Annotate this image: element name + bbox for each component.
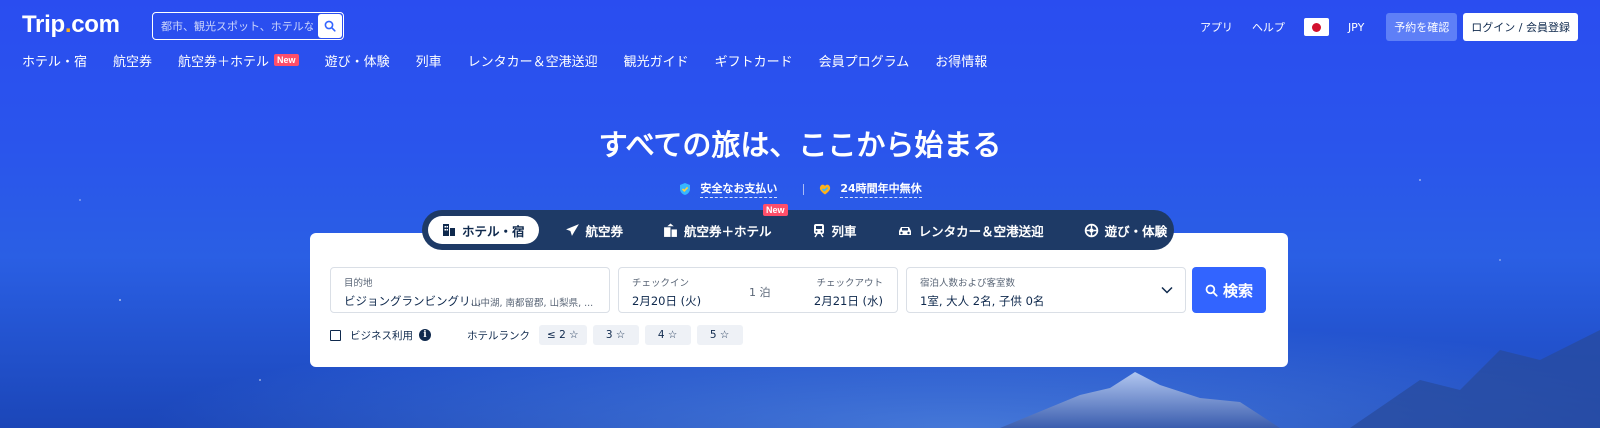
secure-payment-link[interactable]: 安全なお支払い bbox=[678, 180, 778, 198]
checkout-value: 2月21日 (水) bbox=[813, 294, 883, 308]
guests-value: 1室, 大人 2名, 子供 0名 bbox=[920, 294, 1045, 308]
tab-label: 列車 bbox=[831, 223, 857, 239]
search-button-label: 検索 bbox=[1222, 281, 1253, 300]
header-right-nav: アプリ ヘルプ JPY 予約を確認 ログイン / 会員登録 bbox=[1181, 12, 1578, 42]
star-filter-4[interactable]: 4 ☆ bbox=[644, 325, 691, 345]
star-filter-2[interactable]: ≤ 2 ☆ bbox=[539, 325, 587, 345]
tab-activities[interactable]: 遊び・体験 bbox=[1070, 216, 1182, 244]
nav-flights[interactable]: 航空券 bbox=[113, 51, 152, 70]
search-icon bbox=[1205, 284, 1218, 297]
hotel-icon bbox=[443, 224, 455, 236]
star-filter-3[interactable]: 3 ☆ bbox=[592, 325, 639, 345]
trip-logo[interactable]: Trip.com bbox=[22, 12, 120, 38]
nav-label: お得情報 bbox=[935, 54, 988, 70]
shield-check-icon bbox=[680, 183, 691, 195]
tab-car-rental[interactable]: レンタカー＆空港送迎 bbox=[883, 216, 1058, 244]
business-label: ビジネス利用 bbox=[350, 329, 413, 342]
tab-label: 遊び・体験 bbox=[1104, 223, 1168, 239]
trust-text: 安全なお支払い bbox=[700, 180, 778, 198]
nav-travel-guide[interactable]: 観光ガイド bbox=[624, 51, 689, 70]
header-search-button[interactable] bbox=[318, 14, 342, 38]
hotel-rank-label: ホテルランク bbox=[467, 329, 530, 342]
nav-hotels[interactable]: ホテル・宿 bbox=[22, 51, 87, 70]
top-header: Trip.com アプリ ヘルプ JPY 予約を確認 ログイン / 会員登録 bbox=[22, 12, 1578, 42]
checkin-value: 2月20日 (火) bbox=[632, 294, 702, 308]
product-tabs: ホテル・宿 航空券 航空券＋ホテル New 列車 レンタカー＆空港送迎 遊び・体… bbox=[422, 204, 1174, 250]
info-icon[interactable]: i bbox=[419, 329, 431, 341]
airplane-icon bbox=[565, 223, 579, 236]
nav-membership[interactable]: 会員プログラム bbox=[819, 51, 910, 70]
guests-label: 宿泊人数および客室数 bbox=[920, 278, 1016, 289]
nav-deals[interactable]: お得情報 bbox=[935, 51, 987, 70]
new-badge: New bbox=[274, 54, 299, 66]
nav-trains[interactable]: 列車 bbox=[416, 51, 442, 70]
tab-label: 航空券 bbox=[585, 223, 624, 239]
destination-sub: 山中湖, 南都留郡, 山梨県, ... bbox=[471, 298, 594, 309]
nav-activities[interactable]: 遊び・体験 bbox=[325, 51, 390, 70]
hotel-search-panel: 目的地 ビジョングランビングリ... 山中湖, 南都留郡, 山梨県, ... チ… bbox=[310, 233, 1288, 367]
nav-flight-hotel[interactable]: 航空券＋ホテル New bbox=[178, 51, 299, 70]
tab-label: レンタカー＆空港送迎 bbox=[918, 223, 1044, 239]
check-booking-button[interactable]: 予約を確認 bbox=[1386, 13, 1458, 41]
destination-label: 目的地 bbox=[344, 278, 373, 289]
hero-title: すべての旅は、ここから始まる bbox=[598, 128, 1002, 162]
tab-label: 航空券＋ホテル bbox=[684, 223, 772, 239]
search-icon bbox=[324, 20, 336, 32]
login-signup-button[interactable]: ログイン / 会員登録 bbox=[1463, 13, 1578, 41]
train-icon bbox=[813, 223, 824, 237]
destination-value: ビジョングランビングリ... bbox=[344, 294, 482, 308]
star-filter-5[interactable]: 5 ☆ bbox=[696, 325, 743, 345]
divider bbox=[803, 183, 805, 195]
business-checkbox[interactable] bbox=[330, 329, 341, 341]
nav-label: ギフトカード bbox=[714, 54, 793, 70]
car-icon bbox=[898, 226, 911, 235]
nav-label: 航空券＋ホテル bbox=[178, 54, 270, 70]
search-options: ビジネス利用 i ホテルランク ≤ 2 ☆ 3 ☆ 4 ☆ 5 ☆ bbox=[330, 325, 749, 345]
japan-flag-icon[interactable] bbox=[1303, 18, 1329, 36]
tab-trains[interactable]: 列車 bbox=[798, 216, 871, 244]
logo-suffix: com bbox=[71, 11, 120, 38]
trust-badges: 安全なお支払い 24時間年中無休 bbox=[0, 180, 1600, 198]
nav-car-rental[interactable]: レンタカー＆空港送迎 bbox=[468, 51, 598, 70]
checkout-label: チェックアウト bbox=[816, 278, 883, 289]
nights-count: 1 泊 bbox=[749, 286, 771, 299]
nav-label: 列車 bbox=[415, 54, 442, 70]
nav-label: 会員プログラム bbox=[818, 54, 910, 70]
search-button[interactable]: 検索 bbox=[1192, 267, 1266, 313]
header-search bbox=[152, 12, 344, 40]
support-247-link[interactable]: 24時間年中無休 bbox=[818, 180, 922, 198]
destination-field[interactable]: 目的地 ビジョングランビングリ... 山中湖, 南都留郡, 山梨県, ... bbox=[330, 267, 610, 313]
help-link[interactable]: ヘルプ bbox=[1252, 19, 1285, 35]
flight-hotel-icon bbox=[664, 223, 677, 237]
chevron-down-icon bbox=[1161, 286, 1173, 294]
currency-selector[interactable]: JPY bbox=[1348, 21, 1364, 34]
tab-hotels[interactable]: ホテル・宿 bbox=[428, 216, 539, 244]
nav-label: ホテル・宿 bbox=[22, 54, 88, 70]
heart-check-icon bbox=[820, 184, 831, 195]
app-link[interactable]: アプリ bbox=[1200, 19, 1233, 35]
tab-label: ホテル・宿 bbox=[462, 223, 525, 239]
nav-label: 観光ガイド bbox=[623, 54, 689, 70]
attraction-icon bbox=[1084, 223, 1098, 237]
nav-label: 航空券 bbox=[113, 54, 153, 70]
tab-flight-hotel[interactable]: 航空券＋ホテル New bbox=[649, 204, 788, 244]
nav-label: レンタカー＆空港送迎 bbox=[467, 54, 598, 70]
dates-field[interactable]: チェックイン 2月20日 (火) 1 泊 チェックアウト 2月21日 (水) bbox=[618, 267, 898, 313]
checkin-label: チェックイン bbox=[632, 278, 690, 289]
logo-text: Trip bbox=[22, 11, 65, 38]
trust-text: 24時間年中無休 bbox=[840, 180, 922, 198]
nav-gift-card[interactable]: ギフトカード bbox=[715, 51, 793, 70]
header-search-input[interactable] bbox=[153, 13, 313, 39]
main-nav: ホテル・宿 航空券 航空券＋ホテル New 遊び・体験 列車 レンタカー＆空港送迎… bbox=[22, 50, 1013, 70]
new-badge: New bbox=[763, 204, 788, 216]
tab-flights[interactable]: 航空券 bbox=[551, 216, 638, 244]
nav-label: 遊び・体験 bbox=[324, 54, 390, 70]
guests-field[interactable]: 宿泊人数および客室数 1室, 大人 2名, 子供 0名 bbox=[906, 267, 1186, 313]
